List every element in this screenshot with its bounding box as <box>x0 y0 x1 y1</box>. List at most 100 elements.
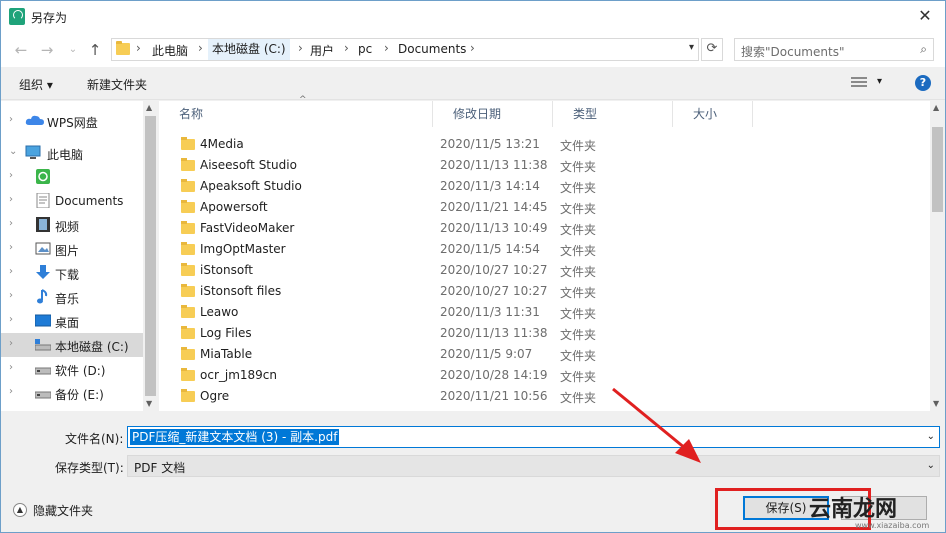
expand-arrow-icon[interactable]: › <box>9 314 13 325</box>
file-type: 文件夹 <box>560 139 597 153</box>
navigation-pane: › WPS网盘 ⌄ 此电脑 › › Documents › 视频 › 图片 › … <box>1 101 158 411</box>
nav-item-this-pc[interactable]: ⌄ 此电脑 <box>1 141 143 165</box>
expand-arrow-icon[interactable]: › <box>9 362 13 373</box>
address-dropdown-icon[interactable]: ▾ <box>689 42 694 53</box>
scroll-up-icon[interactable]: ▲ <box>933 103 939 112</box>
nav-item-wps-cloud[interactable]: › WPS网盘 <box>1 109 143 133</box>
file-row[interactable]: FastVideoMaker 2020/11/13 10:49 文件夹 <box>159 218 929 239</box>
nav-item-downloads[interactable]: › 下载 <box>1 261 143 285</box>
expand-arrow-icon[interactable]: › <box>9 266 13 277</box>
folder-icon <box>181 347 195 360</box>
save-as-dialog: 另存为 ✕ ← → ⌄ ↑ › 此电脑 › 本地磁盘 (C:) › 用户 › p… <box>0 0 946 533</box>
file-type: 文件夹 <box>560 160 597 174</box>
nav-label: 本地磁盘 (C:) <box>55 340 129 354</box>
nav-item-documents[interactable]: › Documents <box>1 189 143 213</box>
file-row[interactable]: iStonsoft 2020/10/27 10:27 文件夹 <box>159 260 929 281</box>
folder-icon <box>181 158 195 171</box>
forward-arrow-icon[interactable]: → <box>39 42 55 58</box>
file-name: FastVideoMaker <box>200 221 295 235</box>
nav-scrollbar[interactable]: ▲ ▼ <box>143 101 158 411</box>
filename-dropdown-icon[interactable]: ⌄ <box>927 431 935 442</box>
up-arrow-icon[interactable]: ↑ <box>87 42 103 58</box>
nav-item-desktop[interactable]: › 桌面 <box>1 309 143 333</box>
breadcrumb-this-pc[interactable]: 此电脑 <box>152 42 188 59</box>
column-header-name[interactable]: 名称 <box>159 101 433 127</box>
file-row[interactable]: Aiseesoft Studio 2020/11/13 11:38 文件夹 <box>159 155 929 176</box>
breadcrumb-pc[interactable]: pc <box>358 42 372 56</box>
expand-arrow-icon[interactable]: › <box>9 218 13 229</box>
file-row[interactable]: Leawo 2020/11/3 11:31 文件夹 <box>159 302 929 323</box>
organize-menu[interactable]: 组织 ▾ <box>19 76 53 93</box>
nav-item-local-disk-c[interactable]: › 本地磁盘 (C:) <box>1 333 143 357</box>
expand-arrow-icon[interactable]: › <box>9 194 13 205</box>
expand-arrow-icon[interactable]: › <box>9 242 13 253</box>
nav-item-music[interactable]: › 音乐 <box>1 285 143 309</box>
scroll-down-icon[interactable]: ▼ <box>933 399 939 408</box>
file-row[interactable]: Apeaksoft Studio 2020/11/3 14:14 文件夹 <box>159 176 929 197</box>
breadcrumb-users[interactable]: 用户 <box>310 42 334 59</box>
nav-item-software-d[interactable]: › 软件 (D:) <box>1 357 143 381</box>
file-row[interactable]: iStonsoft files 2020/10/27 10:27 文件夹 <box>159 281 929 302</box>
recent-dropdown-icon[interactable]: ⌄ <box>65 42 81 58</box>
file-date: 2020/11/5 9:07 <box>440 347 533 361</box>
nav-label: Documents <box>55 194 124 208</box>
file-row[interactable]: ImgOptMaster 2020/11/5 14:54 文件夹 <box>159 239 929 260</box>
close-button[interactable]: ✕ <box>913 5 937 29</box>
nav-item-pictures[interactable]: › 图片 <box>1 237 143 261</box>
refresh-button[interactable]: ⟳ <box>701 38 723 61</box>
title-bar: 另存为 ✕ <box>1 1 945 33</box>
nav-label: 图片 <box>55 244 80 258</box>
column-header-type[interactable]: 类型 <box>553 101 673 127</box>
file-row[interactable]: MiaTable 2020/11/5 9:07 文件夹 <box>159 344 929 365</box>
filename-value[interactable]: PDF压缩_新建文本文档 (3) - 副本.pdf <box>130 429 340 445</box>
column-header-date[interactable]: 修改日期 <box>433 101 553 127</box>
view-options-icon[interactable] <box>851 77 867 89</box>
file-date: 2020/10/27 10:27 <box>440 284 548 298</box>
scroll-up-icon[interactable]: ▲ <box>146 103 152 112</box>
expand-arrow-icon[interactable]: › <box>9 338 13 349</box>
nav-item-backup-e[interactable]: › 备份 (E:) <box>1 381 143 405</box>
file-type: 文件夹 <box>560 391 597 405</box>
search-input[interactable]: 搜索"Documents" ⌕ <box>734 38 934 61</box>
help-icon[interactable]: ? <box>915 75 931 91</box>
file-name: Apowersoft <box>200 200 268 214</box>
file-type: 文件夹 <box>560 349 597 363</box>
file-row[interactable]: Log Files 2020/11/13 11:38 文件夹 <box>159 323 929 344</box>
filetype-dropdown-icon[interactable]: ⌄ <box>927 460 935 471</box>
file-row[interactable]: Apowersoft 2020/11/21 14:45 文件夹 <box>159 197 929 218</box>
nav-label: 音乐 <box>55 292 80 306</box>
nav-item-videos[interactable]: › 视频 <box>1 213 143 237</box>
breadcrumb-separator: › <box>470 41 475 55</box>
nav-label: 桌面 <box>55 316 80 330</box>
breadcrumb-documents[interactable]: Documents <box>398 42 466 56</box>
collapse-up-icon: ▲ <box>13 503 27 517</box>
file-type: 文件夹 <box>560 307 597 321</box>
column-header-size[interactable]: 大小 <box>673 101 753 127</box>
view-dropdown-icon[interactable]: ▾ <box>877 76 882 87</box>
hide-folders-toggle[interactable]: ▲ 隐藏文件夹 <box>13 501 113 519</box>
scroll-thumb[interactable] <box>145 116 156 396</box>
file-type: 文件夹 <box>560 286 597 300</box>
file-type: 文件夹 <box>560 265 597 279</box>
file-list-scrollbar[interactable]: ▲ ▼ <box>930 101 945 411</box>
video-icon <box>36 217 50 232</box>
expand-arrow-icon[interactable]: › <box>9 290 13 301</box>
filename-field[interactable]: PDF压缩_新建文本文档 (3) - 副本.pdf ⌄ <box>127 426 940 448</box>
file-row[interactable]: 4Media 2020/11/5 13:21 文件夹 <box>159 134 929 155</box>
expand-arrow-icon[interactable]: › <box>9 170 13 181</box>
filetype-select[interactable]: PDF 文档 ⌄ <box>127 455 940 477</box>
back-arrow-icon[interactable]: ← <box>13 42 29 58</box>
expand-arrow-icon[interactable]: › <box>9 114 13 125</box>
file-name: Leawo <box>200 305 239 319</box>
file-row[interactable]: Ogre 2020/11/21 10:56 文件夹 <box>159 386 929 407</box>
desktop-icon <box>35 314 51 327</box>
breadcrumb-local-disk[interactable]: 本地磁盘 (C:) <box>208 39 290 60</box>
new-folder-button[interactable]: 新建文件夹 <box>87 76 147 93</box>
collapse-arrow-icon[interactable]: ⌄ <box>9 146 17 157</box>
scroll-down-icon[interactable]: ▼ <box>146 399 152 408</box>
scroll-thumb[interactable] <box>932 127 943 212</box>
nav-item-wps-app[interactable]: › <box>1 165 143 189</box>
expand-arrow-icon[interactable]: › <box>9 386 13 397</box>
file-row[interactable]: ocr_jm189cn 2020/10/28 14:19 文件夹 <box>159 365 929 386</box>
address-bar[interactable]: › 此电脑 › 本地磁盘 (C:) › 用户 › pc › Documents … <box>111 38 699 61</box>
